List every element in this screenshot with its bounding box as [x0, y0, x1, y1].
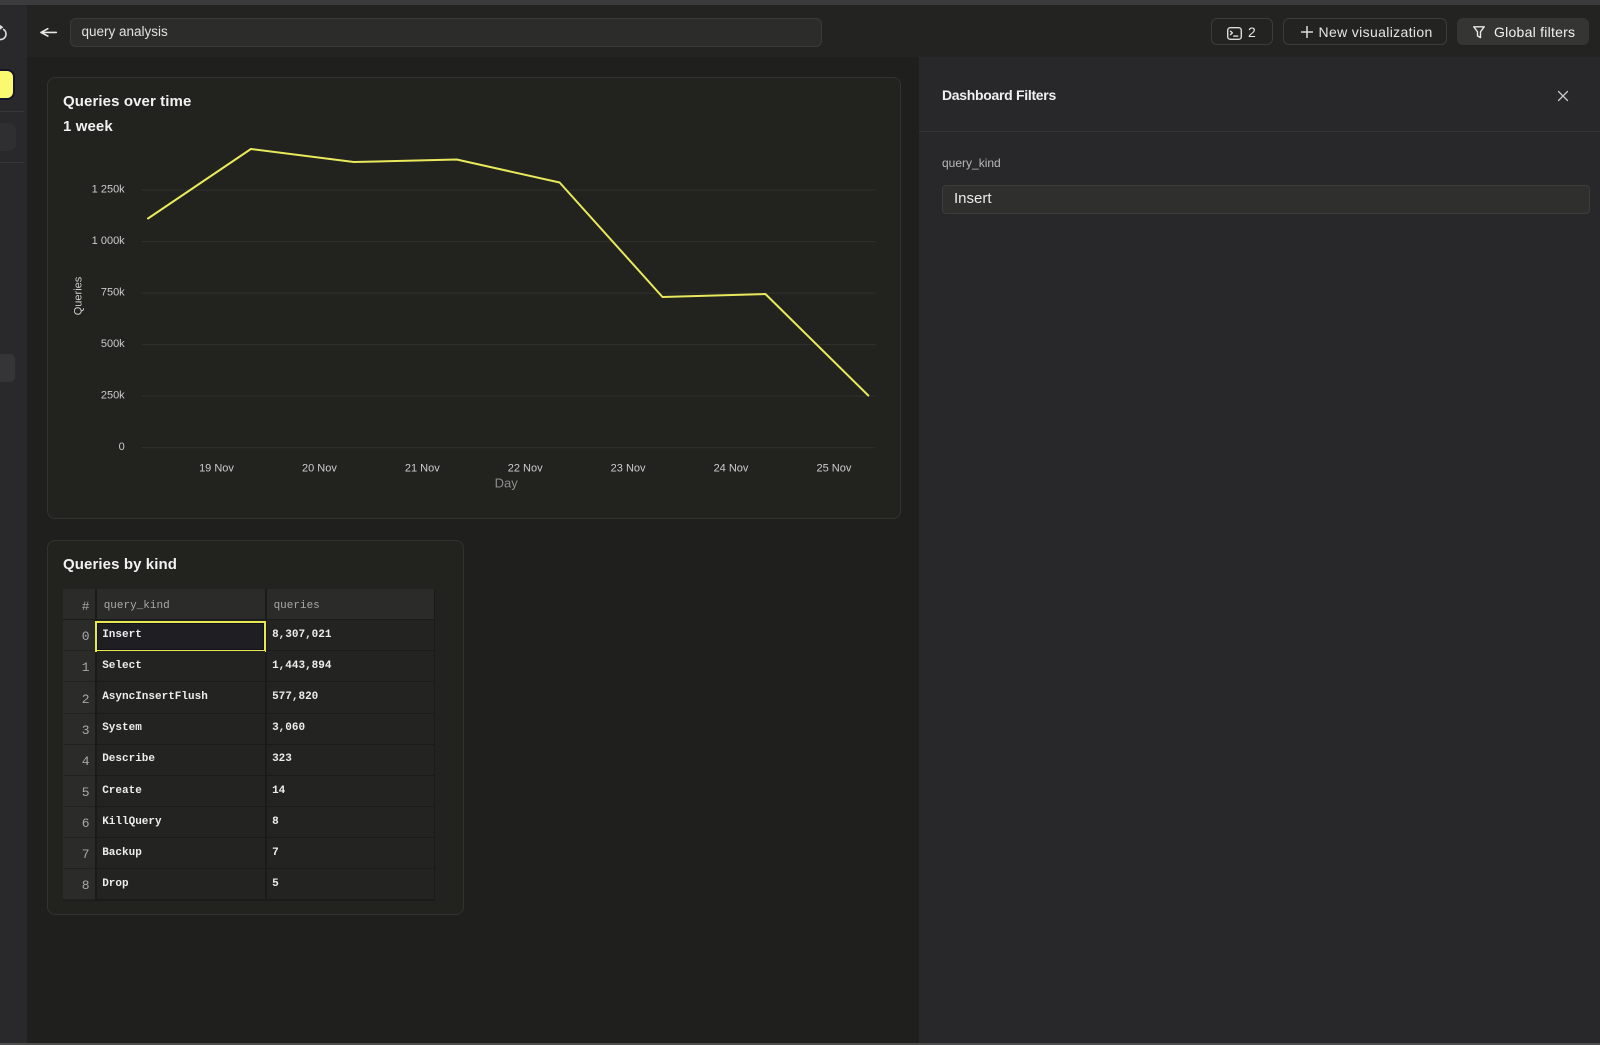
svg-text:23 Nov: 23 Nov: [610, 462, 645, 474]
svg-text:0: 0: [118, 441, 124, 453]
svg-text:250k: 250k: [100, 389, 124, 401]
svg-text:Queries: Queries: [72, 276, 84, 315]
svg-text:500k: 500k: [100, 338, 124, 350]
svg-text:25 Nov: 25 Nov: [816, 462, 851, 474]
svg-text:1 250k: 1 250k: [91, 183, 125, 195]
svg-text:24 Nov: 24 Nov: [713, 462, 748, 474]
svg-text:21 Nov: 21 Nov: [404, 462, 439, 474]
svg-text:20 Nov: 20 Nov: [301, 462, 336, 474]
svg-text:Day: Day: [494, 475, 518, 490]
svg-text:750k: 750k: [100, 286, 124, 298]
svg-text:19 Nov: 19 Nov: [199, 462, 234, 474]
svg-text:1 000k: 1 000k: [91, 235, 125, 247]
svg-text:22 Nov: 22 Nov: [507, 462, 542, 474]
